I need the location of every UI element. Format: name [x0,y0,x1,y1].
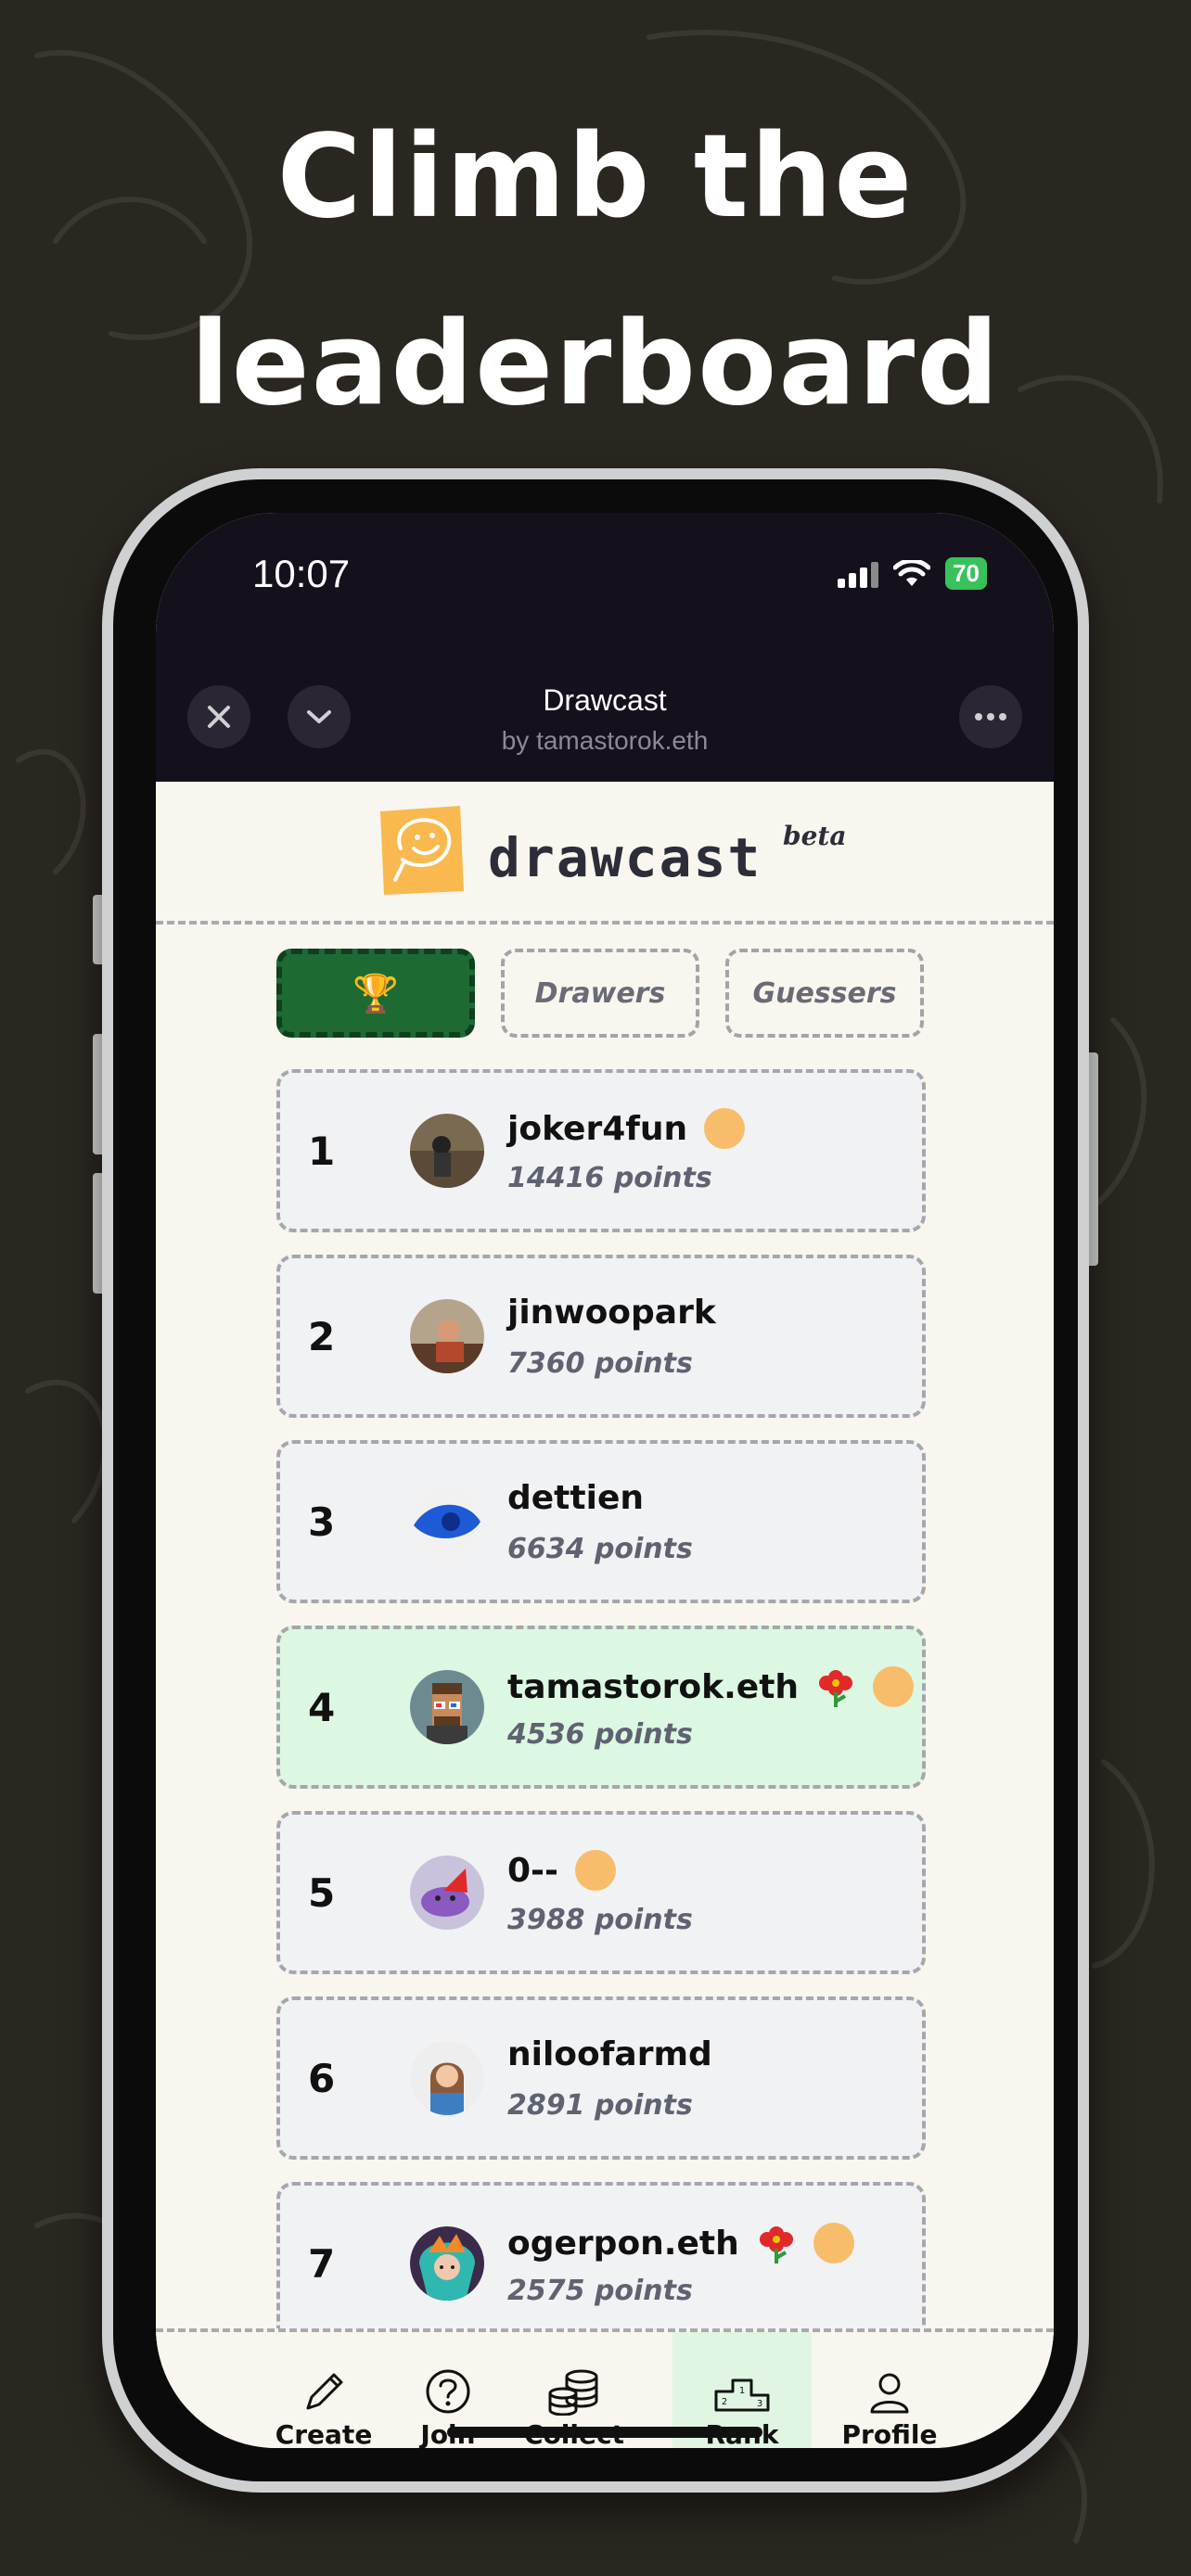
rank-number: 2 [308,1313,336,1359]
avatar [410,1299,484,1373]
player-points: 2575 points [507,2275,693,2307]
player-name: 0-- [507,1850,616,1891]
avatar [410,1485,484,1559]
coin-badge-icon [873,1666,915,1707]
leaderboard-row[interactable]: 3 dettien 6634 points [276,1440,926,1603]
player-name: niloofarmd [507,2035,712,2073]
player-name: jinwoopark [507,1294,716,1332]
home-indicator[interactable] [447,2427,762,2438]
leaderboard-row[interactable]: 6 niloofarmd 2891 points [276,1996,926,2160]
player-points: 2891 points [507,2089,693,2122]
more-button[interactable] [959,685,1022,748]
player-points: 3988 points [507,1904,693,1936]
beta-badge: beta [783,821,847,851]
leaderboard-row[interactable]: 7 ogerpon.eth 2575 points [276,2182,926,2328]
wifi-icon [893,559,931,586]
player-points: 6634 points [507,1533,693,1565]
player-name: ogerpon.eth [507,2221,854,2265]
player-name-text: jinwoopark [507,1294,716,1332]
brand-name: drawcast [488,826,762,889]
trophy-icon: 🏆 [352,972,399,1015]
rank-number: 7 [308,2240,336,2287]
nav-create[interactable]: Create [254,2332,393,2448]
nav-label: Create [275,2419,373,2448]
coin-badge-icon [704,1108,746,1149]
rank-number: 4 [308,1684,336,1730]
rank-number: 6 [308,2055,336,2101]
player-points: 14416 points [507,1162,712,1194]
tab-guessers[interactable]: Guessers [725,949,924,1038]
leaderboard-row-current-user[interactable]: 4 tamastorok.eth 4536 points [276,1626,926,1789]
header-divider [156,921,1054,925]
player-name: dettien [507,1479,644,1517]
pencil-icon [306,2373,343,2410]
signal-icon [838,561,879,588]
rank-number: 1 [308,1128,336,1174]
avatar [410,1855,484,1930]
more-horizontal-icon [975,713,1006,721]
tab-drawers[interactable]: Drawers [501,949,699,1038]
phone-frame: 10:07 70 Drawcast by tamastorok.eth draw… [102,468,1089,2493]
coins-stack-icon [548,2369,598,2416]
app-bar: Drawcast by tamastorok.eth [156,652,1054,782]
headline-line-2: leaderboard [190,298,1001,431]
main-content: drawcast beta 🏆 Drawers Guessers 1 joker… [156,782,1054,2328]
avatar [410,2226,484,2301]
brand-header: drawcast beta [156,802,1054,904]
app-title: Drawcast [543,683,667,717]
leaderboard-row[interactable]: 2 jinwoopark 7360 points [276,1255,926,1418]
status-icons: 70 [838,557,987,590]
player-name-text: tamastorok.eth [507,1667,800,1706]
app-subtitle: by tamastorok.eth [501,726,709,755]
leaderboard-list: 1 joker4fun 14416 points 2 jinwoopark 73… [276,1069,926,2328]
avatar [410,1114,484,1188]
player-points: 4536 points [507,1718,693,1751]
podium-icon: 2 1 3 [714,2378,770,2412]
coin-badge-icon [574,1850,616,1891]
svg-text:2: 2 [722,2397,727,2407]
player-name-text: dettien [507,1479,644,1517]
avatar [410,1670,484,1744]
headline-line-1: Climb the [276,110,915,244]
leaderboard-row[interactable]: 5 0-- 3988 points [276,1811,926,1974]
player-name: joker4fun [507,1108,746,1149]
user-icon [870,2373,909,2414]
drawcast-logo [380,806,464,895]
battery-indicator: 70 [945,557,987,590]
svg-text:1: 1 [739,2386,745,2396]
nav-profile[interactable]: Profile [820,2332,959,2448]
status-bar: 10:07 70 [156,513,1054,652]
phone-bezel: 10:07 70 Drawcast by tamastorok.eth draw… [113,479,1078,2481]
status-time: 10:07 [252,552,351,595]
player-name: tamastorok.eth [507,1664,915,1709]
player-name-text: ogerpon.eth [507,2224,739,2263]
player-name-text: niloofarmd [507,2035,712,2073]
rank-number: 5 [308,1869,336,1916]
leaderboard-row[interactable]: 1 joker4fun 14416 points [276,1069,926,1232]
phone-screen: 10:07 70 Drawcast by tamastorok.eth draw… [156,513,1054,2448]
svg-text:3: 3 [757,2399,762,2409]
player-name-text: 0-- [507,1851,558,1890]
player-name-text: joker4fun [507,1109,688,1148]
avatar [410,2041,484,2115]
leaderboard-tabs: 🏆 Drawers Guessers [276,949,926,1041]
question-icon [426,2369,470,2414]
coin-badge-icon [813,2223,854,2264]
player-points: 7360 points [507,1347,693,1380]
flower-badge-icon [759,2226,793,2264]
headline: Climb the leaderboard [0,83,1191,458]
rank-number: 3 [308,1498,336,1545]
tab-overall[interactable]: 🏆 [276,949,475,1038]
nav-label: Profile [841,2419,938,2448]
flower-badge-icon [819,1670,853,1707]
